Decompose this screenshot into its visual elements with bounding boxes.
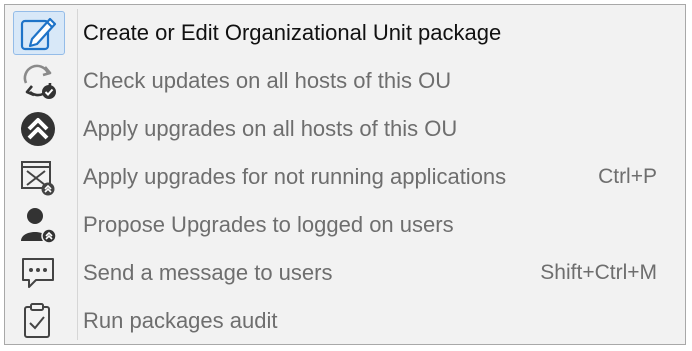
menu-item-send-message[interactable]: Send a message to users Shift+Ctrl+M: [5, 249, 685, 297]
menu-item-label: Run packages audit: [83, 308, 278, 333]
menu-item-shortcut: Shift+Ctrl+M: [540, 261, 657, 284]
menu-item-label: Apply upgrades on all hosts of this OU: [83, 116, 458, 141]
refresh-check-icon: [13, 59, 63, 103]
menu-item-apply-upgrades-not-running[interactable]: Apply upgrades for not running applicati…: [5, 153, 685, 201]
menu-item-create-edit-ou-package[interactable]: Create or Edit Organizational Unit packa…: [5, 9, 685, 57]
menu-item-propose-upgrades[interactable]: Propose Upgrades to logged on users: [5, 201, 685, 249]
double-chevron-up-icon: [13, 107, 63, 151]
menu-item-label: Send a message to users: [83, 260, 333, 285]
menu-item-run-packages-audit[interactable]: Run packages audit: [5, 297, 685, 345]
menu-item-shortcut: Ctrl+P: [598, 165, 657, 188]
closed-window-upgrade-icon: [13, 155, 63, 199]
menu-item-label: Propose Upgrades to logged on users: [83, 212, 454, 237]
message-bubble-icon: [13, 251, 63, 295]
user-upgrade-icon: [13, 203, 63, 247]
context-menu: Create or Edit Organizational Unit packa…: [4, 4, 686, 345]
menu-item-apply-upgrades-all-hosts[interactable]: Apply upgrades on all hosts of this OU: [5, 105, 685, 153]
clipboard-check-icon: [13, 299, 63, 343]
menu-item-label: Check updates on all hosts of this OU: [83, 68, 452, 93]
menu-item-label: Apply upgrades for not running applicati…: [83, 164, 507, 189]
edit-pencil-icon: [13, 11, 63, 55]
menu-item-check-updates[interactable]: Check updates on all hosts of this OU: [5, 57, 685, 105]
menu-item-label: Create or Edit Organizational Unit packa…: [83, 20, 502, 45]
